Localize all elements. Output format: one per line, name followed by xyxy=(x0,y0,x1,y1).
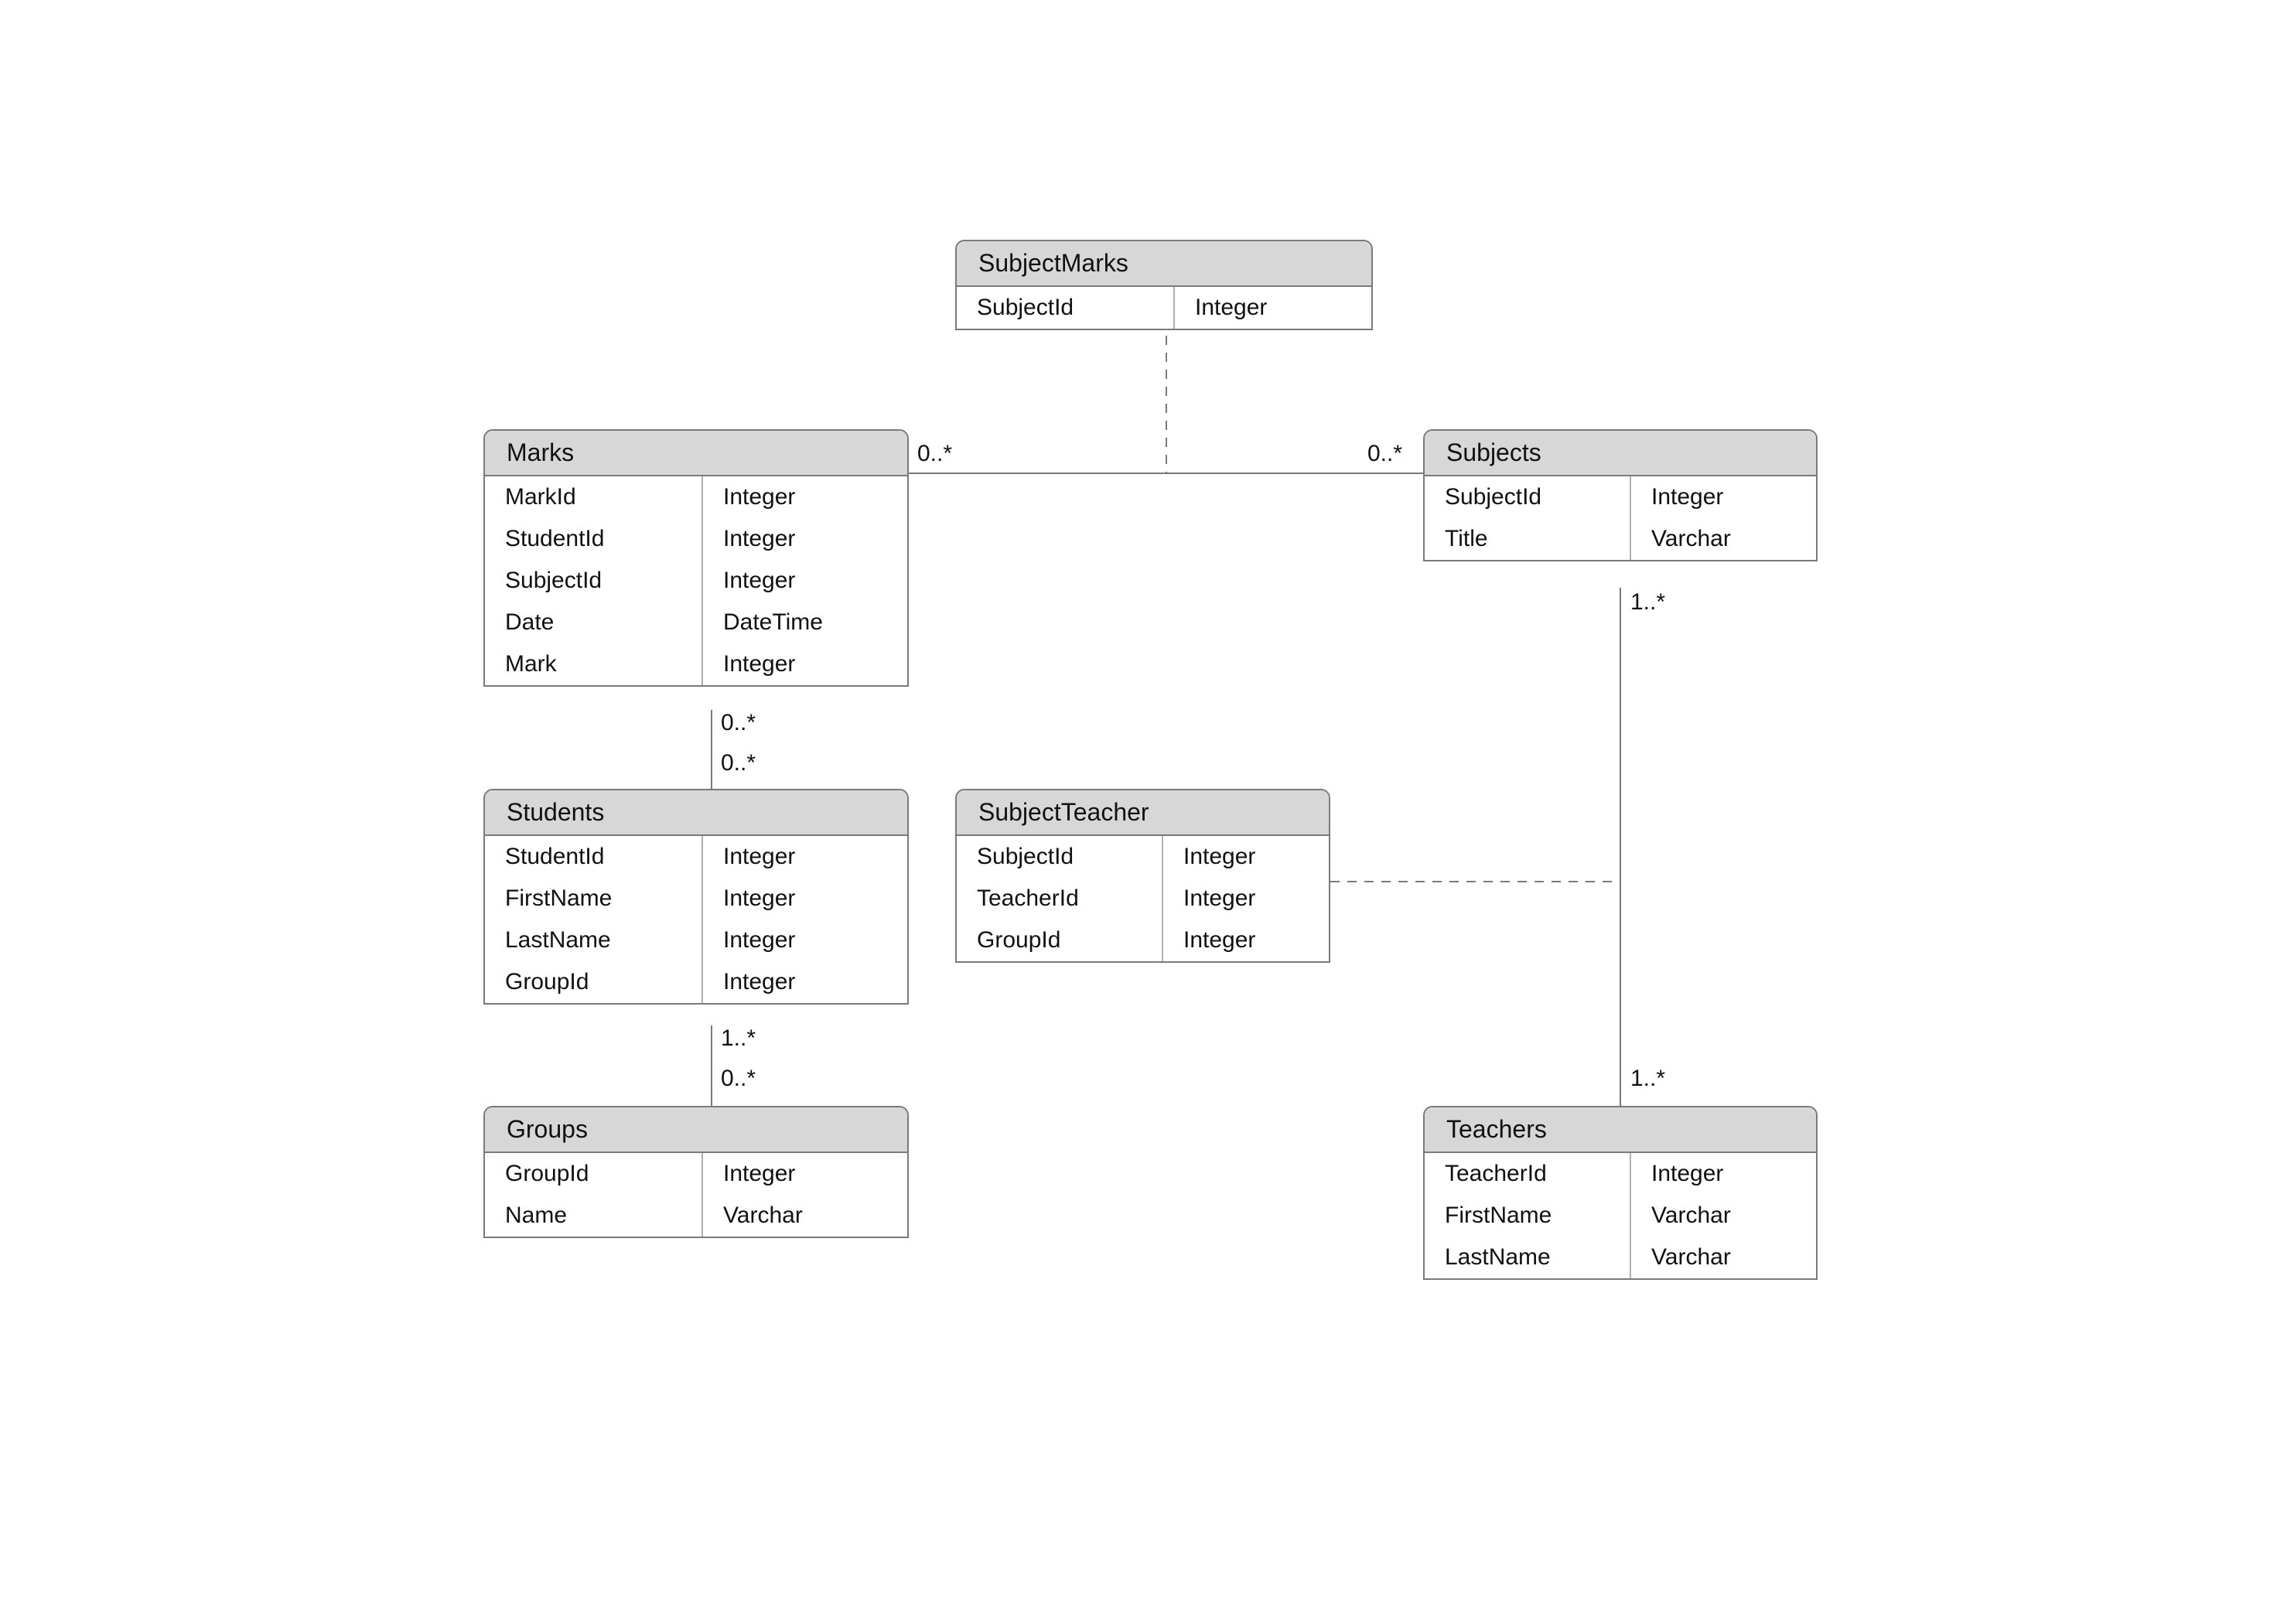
field-name: SubjectId xyxy=(957,287,1173,329)
field-type: Varchar xyxy=(702,1195,909,1237)
field-name: FirstName xyxy=(1425,1195,1630,1237)
entity-title: SubjectTeacher xyxy=(957,790,1329,836)
entity-subjectteacher: SubjectTeacher SubjectId Integer Teacher… xyxy=(955,789,1330,963)
field-name: TeacherId xyxy=(957,878,1162,919)
field-type: Integer xyxy=(702,919,909,961)
entity-title: Groups xyxy=(485,1107,907,1153)
entity-teachers: Teachers TeacherId Integer FirstName Var… xyxy=(1423,1106,1818,1280)
entity-title: Marks xyxy=(485,431,907,476)
field-type: Integer xyxy=(702,518,909,560)
field-name: GroupId xyxy=(485,1153,702,1195)
field-type: Integer xyxy=(702,643,909,685)
multiplicity-groups-top: 0..* xyxy=(721,1066,756,1092)
field-name: Name xyxy=(485,1195,702,1237)
entity-title: Students xyxy=(485,790,907,836)
entity-title: SubjectMarks xyxy=(957,241,1371,287)
field-name: GroupId xyxy=(485,961,702,1003)
field-name: SubjectId xyxy=(1425,476,1630,518)
entity-students: Students StudentId Integer FirstName Int… xyxy=(483,789,909,1005)
field-name: LastName xyxy=(1425,1237,1630,1278)
field-type: Varchar xyxy=(1630,1195,1818,1237)
field-name: StudentId xyxy=(485,518,702,560)
field-name: SubjectId xyxy=(485,560,702,602)
multiplicity-students-top: 0..* xyxy=(721,750,756,776)
field-name: GroupId xyxy=(957,919,1162,961)
field-name: LastName xyxy=(485,919,702,961)
multiplicity-marks-bottom: 0..* xyxy=(721,710,756,736)
er-diagram-canvas: 0..* 0..* 0..* 0..* 1..* 0..* 1..* 1..* … xyxy=(0,0,2294,1624)
entity-subjects: Subjects SubjectId Integer Title Varchar xyxy=(1423,429,1818,561)
field-type: DateTime xyxy=(702,602,909,643)
multiplicity-marks-subjects-left: 0..* xyxy=(917,441,952,467)
field-type: Integer xyxy=(702,560,909,602)
field-name: StudentId xyxy=(485,836,702,878)
field-type: Varchar xyxy=(1630,1237,1818,1278)
field-type: Integer xyxy=(1630,476,1818,518)
field-type: Integer xyxy=(1630,1153,1818,1195)
entity-subjectmarks: SubjectMarks SubjectId Integer xyxy=(955,240,1373,330)
entity-groups: Groups GroupId Integer Name Varchar xyxy=(483,1106,909,1238)
multiplicity-teachers-top: 1..* xyxy=(1630,1066,1665,1092)
field-type: Integer xyxy=(1162,836,1330,878)
field-type: Integer xyxy=(702,476,909,518)
field-type: Integer xyxy=(702,961,909,1003)
field-name: TeacherId xyxy=(1425,1153,1630,1195)
entity-title: Teachers xyxy=(1425,1107,1816,1153)
multiplicity-students-bottom: 1..* xyxy=(721,1025,756,1052)
field-name: Title xyxy=(1425,518,1630,560)
multiplicity-subjects-bottom: 1..* xyxy=(1630,589,1665,616)
field-type: Integer xyxy=(1173,287,1373,329)
entity-marks: Marks MarkId Integer StudentId Integer S… xyxy=(483,429,909,687)
field-name: Date xyxy=(485,602,702,643)
field-name: MarkId xyxy=(485,476,702,518)
field-name: FirstName xyxy=(485,878,702,919)
field-name: SubjectId xyxy=(957,836,1162,878)
field-type: Integer xyxy=(702,1153,909,1195)
multiplicity-marks-subjects-right: 0..* xyxy=(1367,441,1402,467)
field-type: Integer xyxy=(702,836,909,878)
field-type: Varchar xyxy=(1630,518,1818,560)
entity-title: Subjects xyxy=(1425,431,1816,476)
field-type: Integer xyxy=(702,878,909,919)
field-type: Integer xyxy=(1162,878,1330,919)
field-name: Mark xyxy=(485,643,702,685)
field-type: Integer xyxy=(1162,919,1330,961)
